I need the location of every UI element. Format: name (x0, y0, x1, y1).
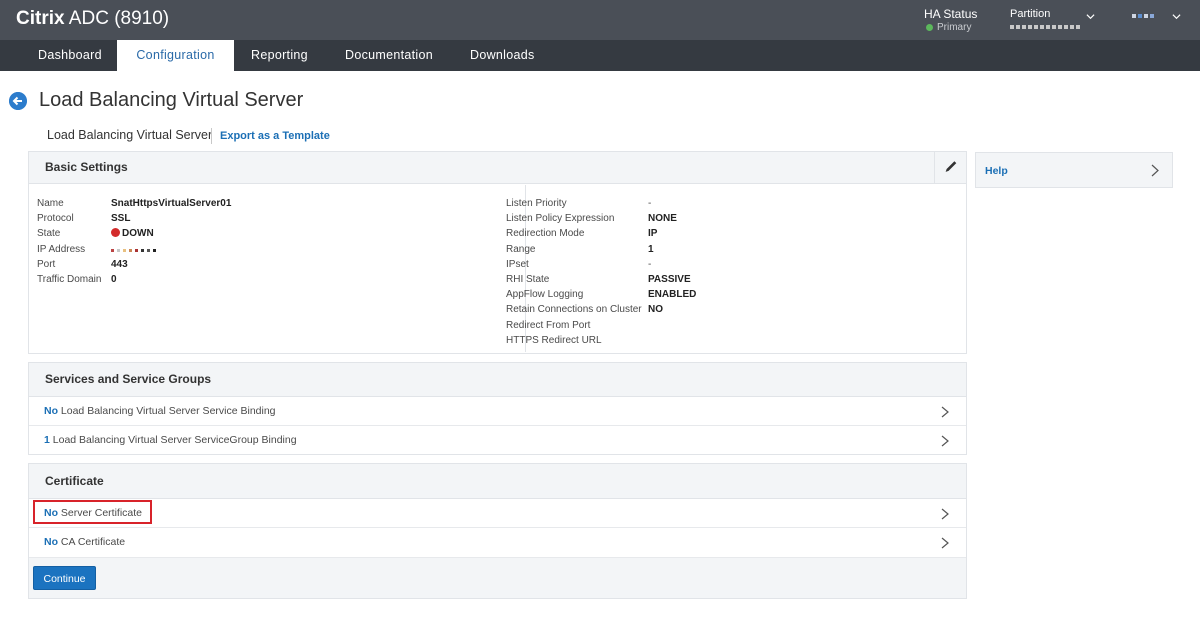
chevron-down-icon[interactable] (1172, 12, 1181, 21)
ha-status-value: Primary (937, 22, 972, 33)
highlight-box (33, 500, 152, 524)
server-certificate-row[interactable]: No Server Certificate (29, 499, 966, 528)
chevron-right-icon (941, 435, 949, 447)
panel-title: Certificate (29, 464, 966, 499)
export-template-link[interactable]: Export as a Template (220, 130, 330, 142)
help-panel[interactable]: Help (975, 152, 1173, 188)
settings-labels-left: Name Protocol State IP Address Port Traf… (37, 198, 102, 286)
vserver-name: SnatHttpsVirtualServer01 (111, 198, 232, 209)
continue-button[interactable]: Continue (33, 566, 96, 590)
user-menu-redacted[interactable] (1132, 14, 1154, 18)
status-dot-icon (926, 24, 933, 31)
servicegroup-binding-row[interactable]: 1 Load Balancing Virtual Server ServiceG… (29, 426, 966, 455)
certificate-panel: Certificate No Server Certificate No CA … (28, 463, 967, 599)
traffic-domain-value: 0 (111, 274, 117, 286)
tab-configuration[interactable]: Configuration (117, 40, 234, 71)
tab-documentation[interactable]: Documentation (345, 40, 433, 71)
state-down-icon (111, 228, 120, 238)
edit-pencil-icon[interactable] (934, 152, 966, 183)
chevron-down-icon[interactable] (1086, 12, 1095, 21)
panel-title: Basic Settings (29, 152, 966, 184)
help-label: Help (985, 165, 1008, 177)
ip-address-redacted (111, 248, 156, 252)
top-bar: Citrix ADC (8910) HA Status Primary Part… (0, 0, 1200, 40)
panel-title: Services and Service Groups (29, 363, 966, 397)
chevron-right-icon (1151, 164, 1159, 177)
basic-settings-panel: Basic Settings Name Protocol State IP Ad… (28, 151, 967, 354)
divider (211, 128, 212, 144)
state-value: DOWN (122, 228, 154, 240)
settings-values-right: - NONE IP 1 - PASSIVE ENABLED NO (648, 198, 697, 316)
settings-values-left: SnatHttpsVirtualServer01 SSL DOWN 443 0 (111, 196, 231, 287)
ha-status-label: HA Status (924, 7, 978, 21)
chevron-right-icon (941, 537, 949, 549)
tab-reporting[interactable]: Reporting (251, 40, 308, 71)
chevron-right-icon (941, 508, 949, 520)
ca-certificate-row[interactable]: No CA Certificate (29, 528, 966, 557)
settings-labels-right: Listen Priority Listen Policy Expression… (506, 198, 642, 346)
breadcrumb: Load Balancing Virtual Server (47, 128, 213, 142)
tab-dashboard[interactable]: Dashboard (38, 40, 102, 71)
partition-label: Partition (1010, 8, 1051, 20)
protocol-value: SSL (111, 213, 131, 225)
partition-value-redacted (1010, 25, 1080, 29)
app-title: Citrix ADC (8910) (16, 8, 170, 29)
chevron-right-icon (941, 406, 949, 418)
services-panel: Services and Service Groups No Load Bala… (28, 362, 967, 455)
port-value: 443 (111, 258, 128, 270)
ha-status[interactable]: HA Status Primary (924, 8, 977, 34)
panel-footer (29, 557, 966, 598)
back-arrow-icon[interactable] (9, 92, 27, 110)
tab-downloads[interactable]: Downloads (470, 40, 535, 71)
main-nav: Dashboard Configuration Reporting Docume… (0, 40, 1200, 71)
service-binding-row[interactable]: No Load Balancing Virtual Server Service… (29, 397, 966, 426)
page-title: Load Balancing Virtual Server (39, 89, 304, 111)
partition-selector[interactable]: Partition (1010, 8, 1080, 32)
